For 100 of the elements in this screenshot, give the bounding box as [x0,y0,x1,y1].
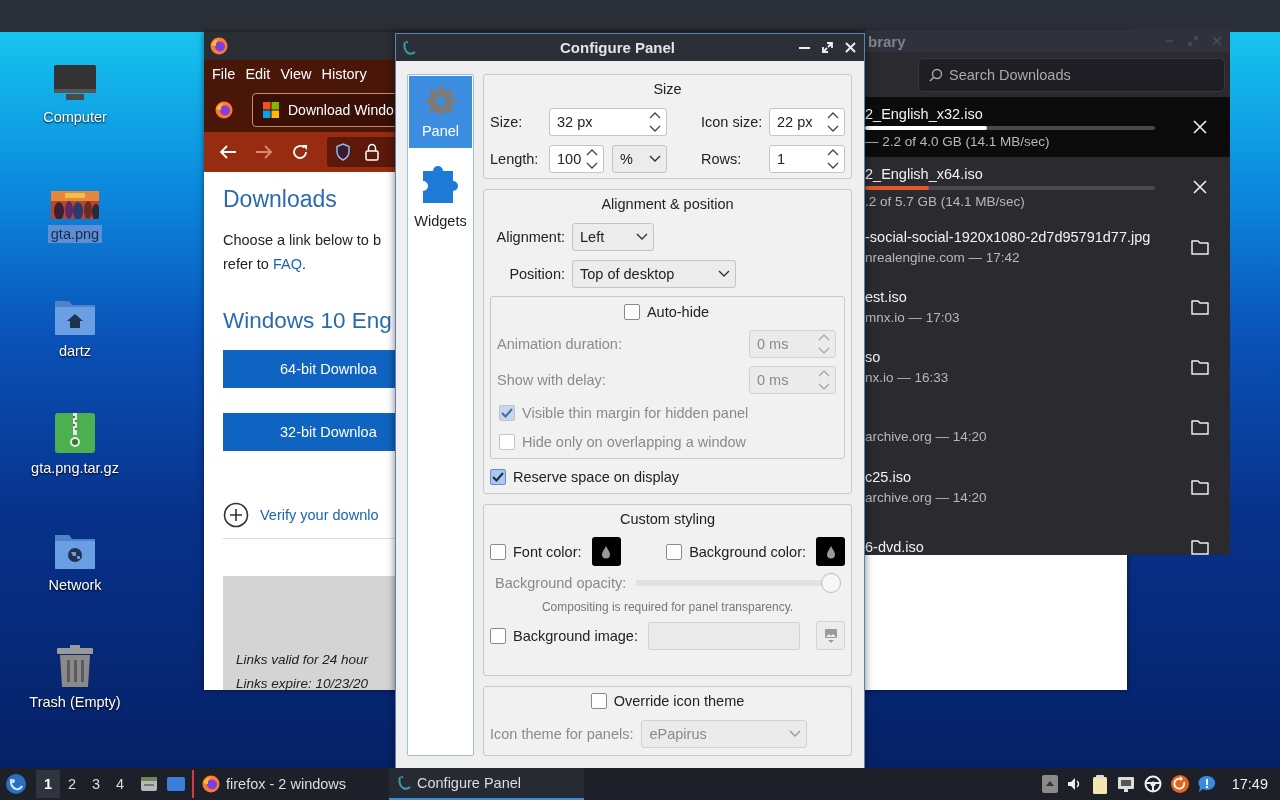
shield-icon[interactable] [335,143,351,161]
icon-label[interactable]: gta.png.tar.gz [28,459,122,477]
window-title: Configure Panel [559,39,676,56]
folder-icon[interactable] [1191,419,1209,435]
spin-box[interactable]: 22 px [769,108,845,136]
download-row[interactable]: est.iso mnx.io — 17:03 [865,277,1230,337]
link[interactable]: FAQ [272,256,302,272]
workspace-button[interactable]: 3 [84,770,108,798]
download-row[interactable]: 2_English_x32.iso — 2.2 of 4.0 GB (14.1 MB/sec) [865,97,1230,157]
drop-icon [601,544,611,559]
folder-icon[interactable] [1191,239,1209,255]
arrow-up-icon[interactable] [1041,775,1058,793]
search-field[interactable]: Search Downloads [918,58,1225,92]
icon-label[interactable]: dartz [55,342,95,360]
download-status: .2 of 5.7 GB (14.1 MB/sec) [865,193,1026,209]
spin-box[interactable]: 100 [549,145,604,173]
spin-arrows-icon [586,148,598,170]
checkbox[interactable] [666,543,683,560]
download-status: archive.org — 14:20 [865,429,988,444]
field-label: Icon theme for panels: [490,726,634,742]
checkbox[interactable] [590,693,607,709]
notification-icon[interactable] [1197,775,1216,793]
window-icon[interactable] [166,775,186,793]
hint-text: Compositing is required for panel transparency. [540,600,795,614]
checkbox[interactable] [490,469,506,485]
download-row[interactable]: 6-dvd.iso [865,517,1230,555]
network-folder-icon[interactable] [54,532,96,570]
checkbox[interactable] [490,543,506,560]
folder-icon[interactable] [1191,539,1209,555]
field-label: Position: [508,266,565,282]
task-button[interactable]: firefox - 2 windows [194,768,389,800]
network-icon[interactable] [1116,776,1135,792]
clipboard-icon[interactable] [1091,774,1108,794]
update-icon[interactable] [1170,775,1189,793]
download-row[interactable]: archive.org — 14:20 [865,397,1230,457]
chevron-down-icon [649,155,661,163]
start-icon[interactable] [5,773,27,795]
color-button[interactable] [816,537,845,566]
chevron-down-icon [636,233,648,241]
icon-label[interactable]: Network [45,576,105,594]
checkbox-label: Reserve space on display [513,469,680,485]
search-icon [929,68,943,82]
link[interactable]: Verify your downlo [260,507,379,523]
chevron-down-icon [718,270,730,278]
workspace-button[interactable]: 4 [108,770,132,798]
plus-circle-icon[interactable] [223,502,249,528]
dropdown[interactable]: % [612,145,667,173]
download-row[interactable]: 2_English_x64.iso .2 of 5.7 GB (14.1 MB/sec) [865,157,1230,217]
menu-item[interactable]: Edit [240,66,276,82]
paragraph: Choose a link below to b refer to FAQ. [223,231,382,274]
spin-box[interactable]: 32 px [549,108,667,136]
steering-wheel-icon[interactable] [1143,775,1162,793]
menu-item[interactable]: View [275,66,317,82]
task-button[interactable]: Configure Panel [389,768,584,800]
menu-item[interactable]: History [316,66,372,82]
field-label: Alignment: [495,229,565,245]
download-button[interactable]: 64-bit Downloa [223,350,395,388]
spin-arrows-icon [827,148,839,170]
monitor-icon[interactable] [53,64,97,102]
drop-icon [825,544,836,559]
workspace-button[interactable]: 2 [60,770,84,798]
download-row[interactable]: so nx.io — 16:33 [865,337,1230,397]
download-row[interactable]: -social-social-1920x1080-2d7d95791d77.jpg nrealengine.com — 17:42 [865,217,1230,277]
home-folder-icon[interactable] [54,298,96,336]
desktop-icon[interactable] [140,775,158,793]
arrow-left-icon[interactable] [219,144,237,160]
text-field[interactable] [647,621,800,650]
lock-icon[interactable] [365,143,379,161]
checkbox-label: Auto-hide [646,303,710,320]
workspace-button[interactable]: 1 [36,770,60,798]
checkbox[interactable] [623,303,640,320]
dropdown[interactable]: Top of desktop [572,260,736,288]
menu-item[interactable]: File [207,66,241,82]
dropdown[interactable]: Left [572,223,654,251]
app-logo-icon [210,37,228,55]
arrow-right-icon[interactable] [255,144,273,160]
app-logo-icon[interactable] [215,101,233,119]
folder-icon[interactable] [1191,479,1209,495]
field-label: Animation duration: [497,336,622,352]
icon-label[interactable]: gta.png [47,225,103,243]
file-name: so [865,349,882,365]
archive-icon[interactable] [55,413,95,453]
folder-icon[interactable] [1191,299,1209,315]
note-text: Links valid for 24 hour [236,651,370,669]
page-tab[interactable]: Widgets [409,158,472,230]
file-name: c25.iso [865,469,912,485]
trash-icon[interactable] [57,645,93,687]
reload-icon[interactable] [291,143,309,161]
download-row[interactable]: c25.iso archive.org — 14:20 [865,457,1230,517]
folder-icon[interactable] [1191,359,1209,375]
file-name: 2_English_x32.iso [865,105,984,122]
icon-label[interactable]: Trash (Empty) [26,693,124,711]
note-text: Links expire: 10/23/20 [236,675,370,690]
spin-box[interactable]: 1 [769,145,845,173]
download-button[interactable]: 32-bit Downloa [223,413,395,451]
color-button[interactable] [591,537,621,566]
gear-icon [425,85,456,115]
window-title: brary [868,32,906,50]
download-status: nrealengine.com — 17:42 [865,250,1021,265]
checkbox[interactable] [490,627,506,644]
